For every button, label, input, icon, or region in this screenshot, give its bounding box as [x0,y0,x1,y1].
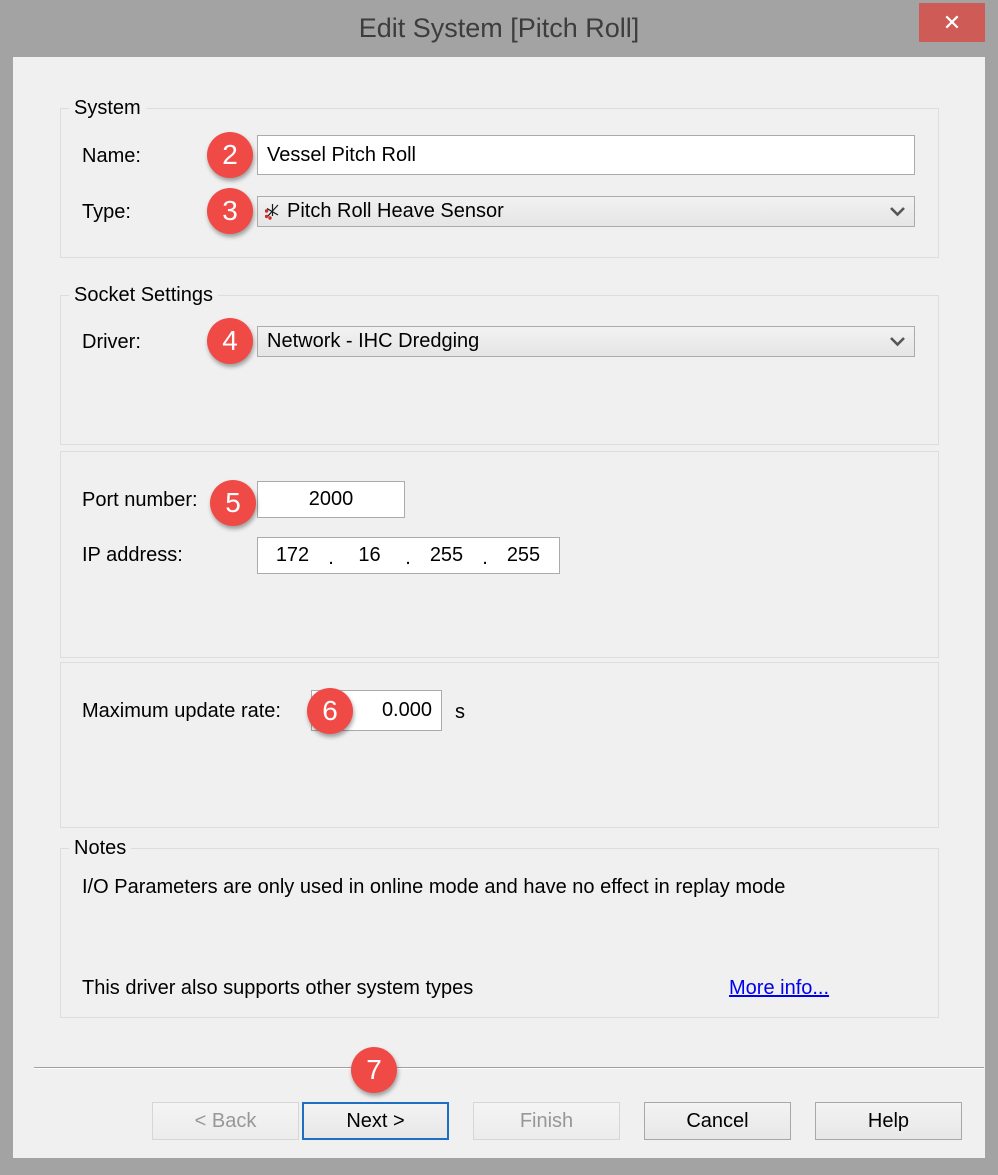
titlebar: Edit System [Pitch Roll] ✕ [0,0,998,57]
seconds-unit-label: s [455,701,465,723]
cancel-button[interactable]: Cancel [644,1102,791,1140]
ip-octet-4[interactable]: 255 [489,538,558,573]
name-label: Name: [82,145,141,167]
more-info-link[interactable]: More info... [729,977,829,1000]
socket-settings-legend: Socket Settings [69,284,218,306]
finish-button[interactable]: Finish [473,1102,620,1140]
system-type-value: Pitch Roll Heave Sensor [287,200,504,223]
close-button[interactable]: ✕ [919,3,985,42]
ip-octet-1[interactable]: 172 [258,538,327,573]
notes-legend: Notes [69,837,131,859]
annotation-circle-3: 3 [207,188,253,234]
notes-text-line1: I/O Parameters are only used in online m… [82,876,785,898]
back-button[interactable]: < Back [152,1102,299,1140]
annotation-circle-4: 4 [207,318,253,364]
next-button[interactable]: Next > [302,1102,449,1140]
driver-value: Network - IHC Dredging [264,330,479,353]
edit-system-dialog: Edit System [Pitch Roll] ✕ System Name: … [0,0,998,1175]
type-label: Type: [82,201,131,223]
system-group-legend: System [69,97,146,119]
close-icon: ✕ [943,10,961,36]
window-title: Edit System [Pitch Roll] [0,13,998,44]
port-number-label: Port number: [82,489,198,511]
driver-dropdown[interactable]: Network - IHC Dredging [257,326,915,357]
ip-dot: . [327,538,335,573]
ip-address-input[interactable]: 172 . 16 . 255 . 255 [257,537,560,574]
footer-divider [34,1067,984,1069]
help-button[interactable]: Help [815,1102,962,1140]
annotation-circle-7: 7 [351,1047,397,1093]
driver-label: Driver: [82,331,141,353]
chevron-down-icon [889,206,906,217]
ip-octet-2[interactable]: 16 [335,538,404,573]
port-number-input[interactable]: 2000 [257,481,405,518]
annotation-circle-5: 5 [210,480,256,526]
system-type-dropdown[interactable]: Pitch Roll Heave Sensor [257,196,915,227]
pitch-roll-sensor-icon [264,203,281,220]
ip-address-label: IP address: [82,544,183,566]
socket-settings-groupbox: Socket Settings [60,295,939,445]
system-name-input[interactable]: Vessel Pitch Roll [257,135,915,175]
chevron-down-icon [889,336,906,347]
port-number-value: 2000 [309,488,354,511]
system-groupbox: System [60,108,939,258]
notes-text-line2: This driver also supports other system t… [82,977,473,999]
ip-dot: . [404,538,412,573]
max-update-rate-value: 0.000 [382,699,432,722]
annotation-circle-2: 2 [207,132,253,178]
update-rate-groupbox [60,662,939,828]
ip-octet-3[interactable]: 255 [412,538,481,573]
max-update-rate-label: Maximum update rate: [82,700,281,722]
annotation-circle-6: 6 [307,688,353,734]
ip-dot: . [481,538,489,573]
system-name-value: Vessel Pitch Roll [267,144,416,167]
